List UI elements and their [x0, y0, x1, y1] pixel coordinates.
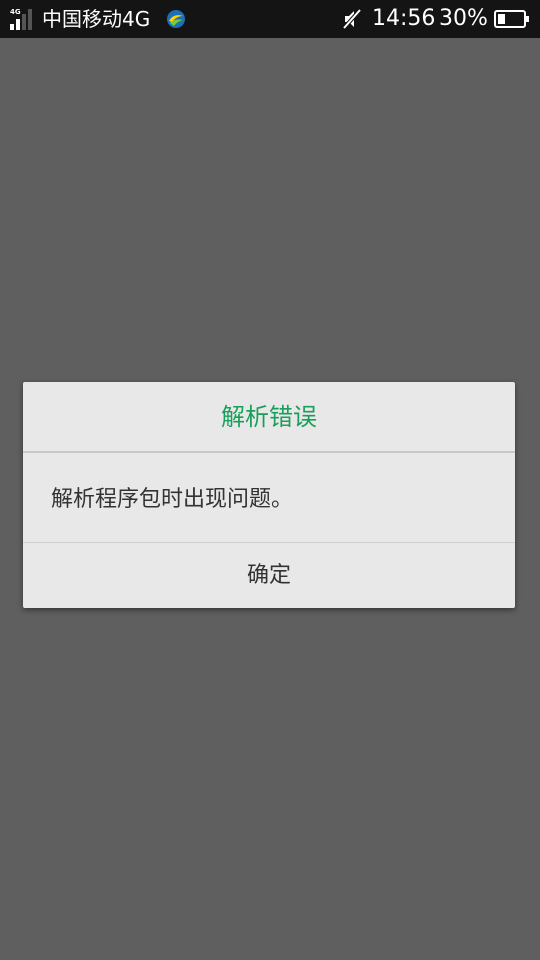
parse-error-dialog: 解析错误 解析程序包时出现问题。 确定 [23, 382, 515, 608]
china-mobile-logo-icon [167, 10, 185, 28]
signal-icon: 4G [10, 8, 34, 30]
signal-bar [16, 19, 20, 30]
signal-bar [22, 14, 26, 30]
ok-button[interactable]: 确定 [23, 543, 515, 608]
clock: 14:56 [372, 6, 436, 31]
signal-bar [10, 24, 14, 30]
mute-icon [342, 8, 362, 30]
dialog-message: 解析程序包时出现问题。 [51, 487, 294, 512]
carrier-name: 中国移动4G [42, 7, 151, 31]
battery-percent: 30% [439, 6, 488, 31]
signal-bar [28, 9, 32, 30]
dialog-title: 解析错误 [221, 403, 317, 431]
network-type-label: 4G [10, 8, 21, 16]
battery-fill [498, 14, 505, 24]
battery-icon [494, 10, 529, 28]
title-divider [23, 451, 515, 453]
status-bar: 4G 中国移动4G 14:56 30% [0, 0, 540, 38]
